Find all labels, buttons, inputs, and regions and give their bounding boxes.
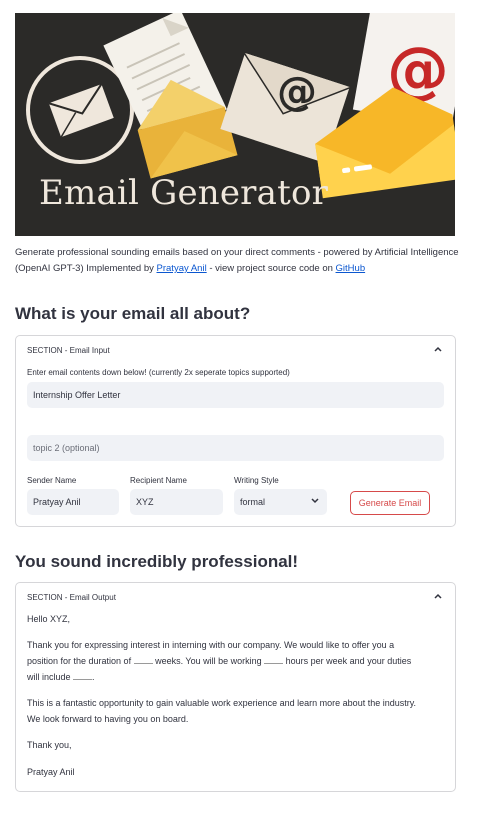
email-line: Thank you for expressing interest in int… [27,640,395,650]
header-banner: @ @ Email Generator [15,13,455,236]
github-link[interactable]: GitHub [336,263,366,274]
email-greeting: Hello XYZ, [27,614,71,624]
svg-text:@: @ [277,69,317,115]
app-description: Generate professional sounding emails ba… [15,245,465,277]
email-text: weeks. You will be working [152,656,265,666]
recipient-name-label: Recipient Name [130,476,187,485]
topic-1-input[interactable]: Internship Offer Letter [27,382,444,408]
email-line: position for the duration of weeks. You … [27,653,445,669]
email-signature: Pratyay Anil [27,767,75,777]
chevron-up-icon[interactable] [433,345,443,353]
email-paragraph-1: Thank you for expressing interest in int… [27,637,445,685]
chevron-up-icon[interactable] [433,592,443,600]
email-closing: Thank you, [27,740,72,750]
banner-title: Email Generator [39,173,329,213]
writing-style-label: Writing Style [234,476,279,485]
expander-title[interactable]: SECTION - Email Output [27,593,116,602]
email-paragraph-2: This is a fantastic opportunity to gain … [27,695,445,727]
topic-2-input[interactable]: topic 2 (optional) [27,435,444,461]
email-output-expander: SECTION - Email Output Hello XYZ, Thank … [15,582,456,792]
email-text: position for the duration of [27,656,134,666]
email-line: This is a fantastic opportunity to gain … [27,698,417,708]
output-heading: You sound incredibly professional! [15,552,299,571]
author-link[interactable]: Pratyay Anil [157,263,207,274]
email-text: . [92,672,95,682]
blank-placeholder [73,671,93,680]
blank-placeholder [133,655,153,664]
email-input-expander: SECTION - Email Input Enter email conten… [15,335,456,527]
writing-style-value: formal [240,497,266,507]
recipient-name-input[interactable]: XYZ [130,489,223,515]
sender-name-input[interactable]: Pratyay Anil [27,489,119,515]
sender-name-label: Sender Name [27,476,77,485]
email-text: hours per week and your duties [283,656,412,666]
generate-email-button[interactable]: Generate Email [350,491,430,515]
writing-style-select[interactable]: formal [234,489,327,515]
instructions-label: Enter email contents down below! (curren… [27,368,290,377]
chevron-down-icon [311,498,319,504]
email-text: will include [27,672,74,682]
expander-title[interactable]: SECTION - Email Input [27,346,110,355]
blank-placeholder [264,655,284,664]
description-text-middle: - view project source code on [206,263,336,274]
email-line: We look forward to having you on board. [27,714,189,724]
email-line: will include . [27,669,445,685]
input-heading: What is your email all about? [15,304,251,323]
